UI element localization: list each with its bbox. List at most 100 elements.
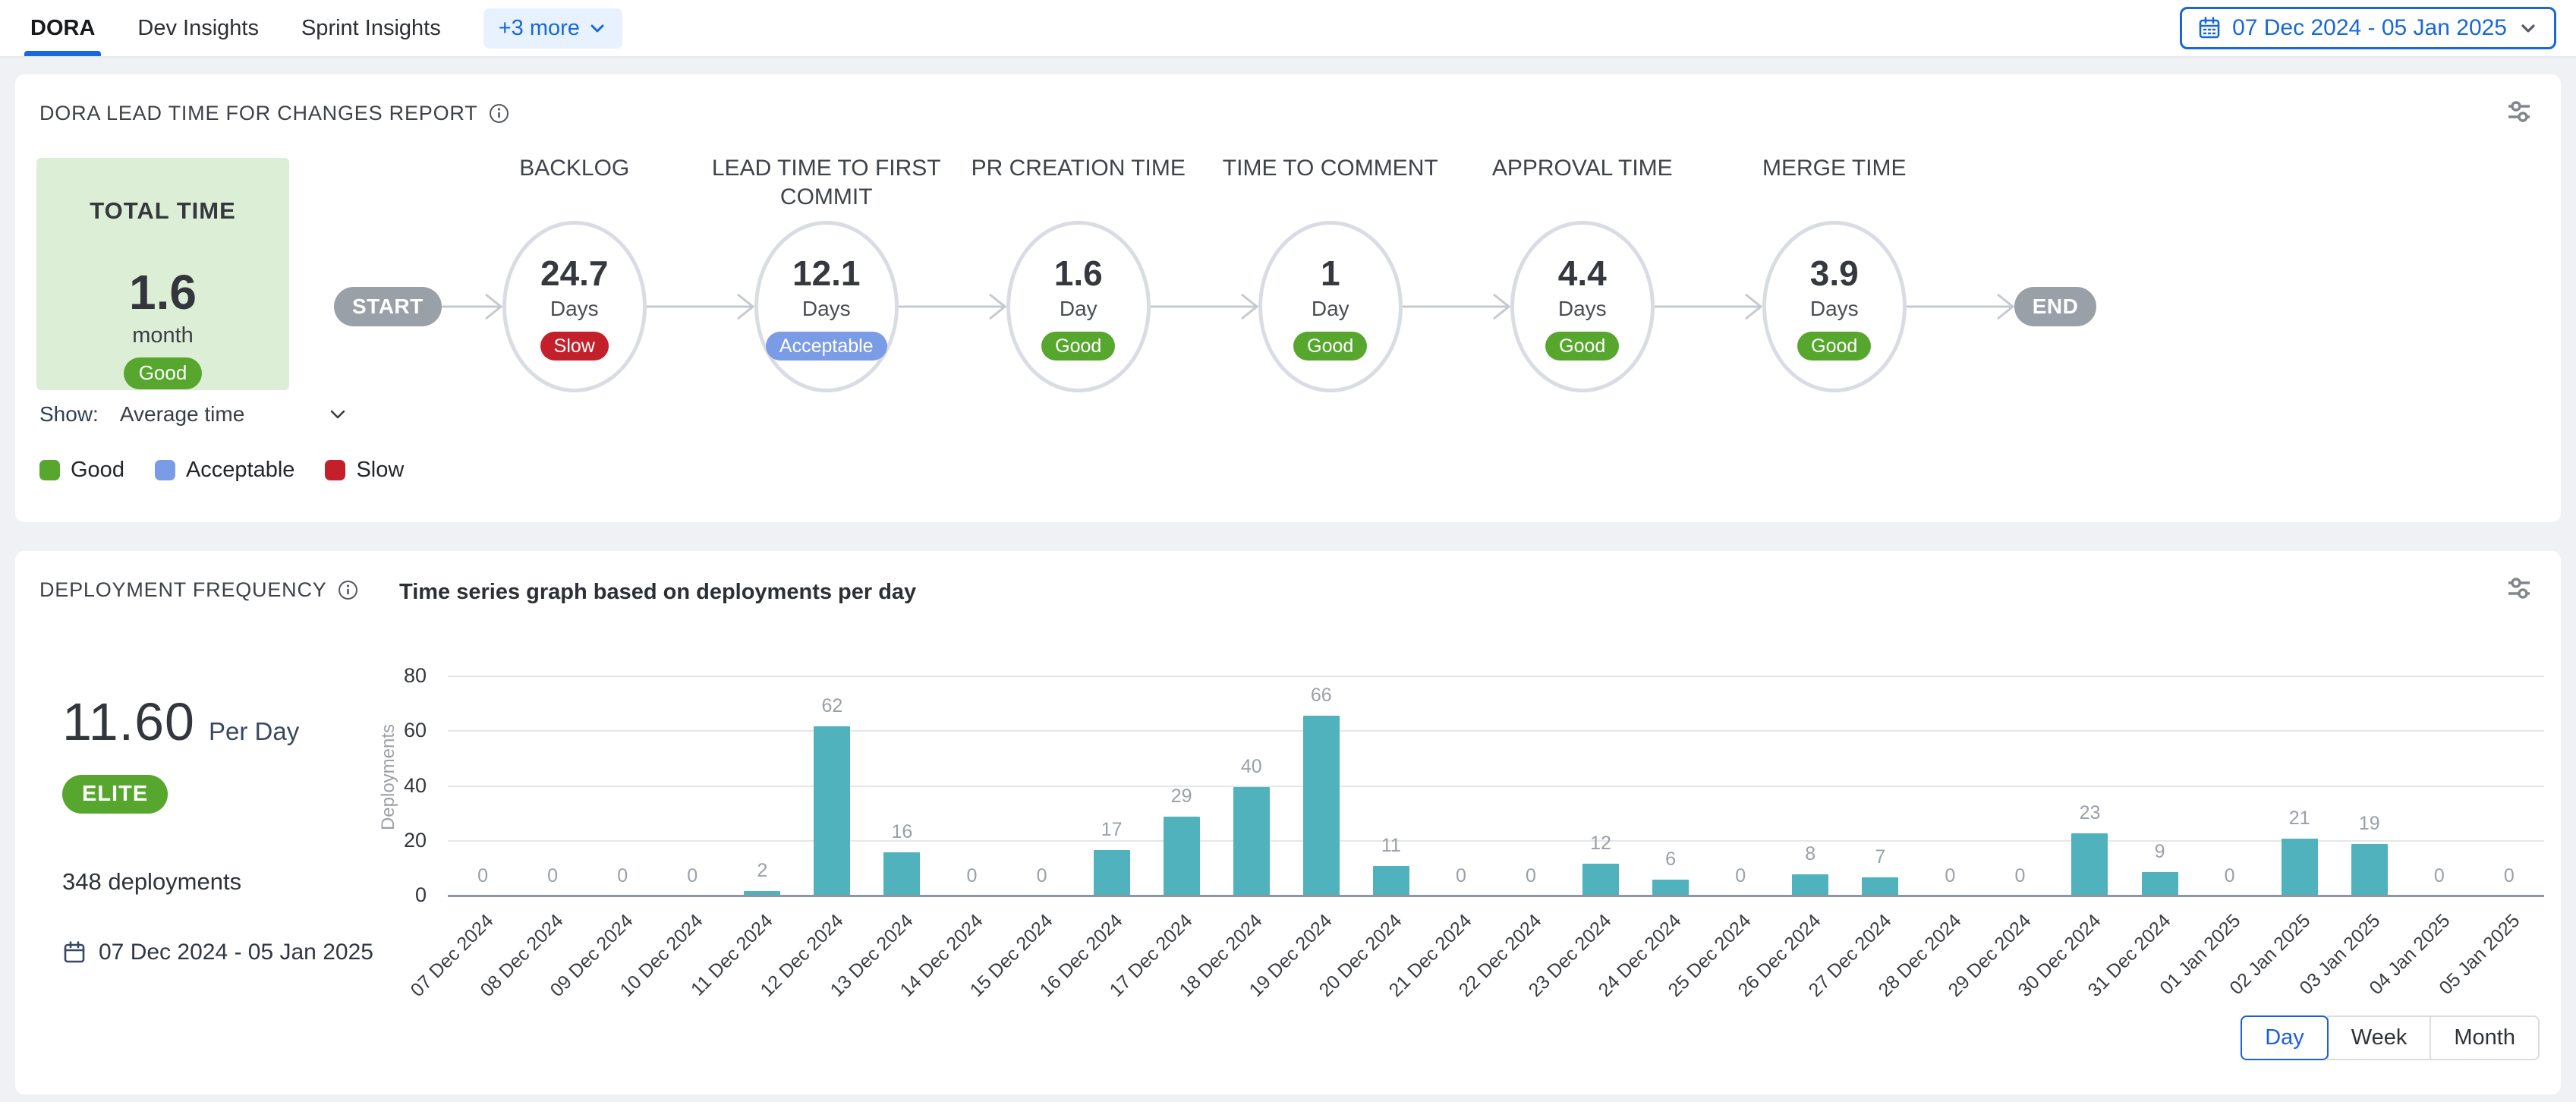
- stats-date-range-label: 07 Dec 2024 - 05 Jan 2025: [99, 940, 373, 965]
- bar-column: 826 Dec 2024: [1775, 657, 1845, 896]
- bar-value-label: 21: [2265, 808, 2335, 830]
- toggle-month[interactable]: Month: [2430, 1015, 2540, 1060]
- legend-label-acceptable: Acceptable: [186, 458, 295, 483]
- bar-value-label: 0: [1985, 865, 2055, 887]
- tab-sprint-insights[interactable]: Sprint Insights: [301, 0, 441, 56]
- chart-settings-icon[interactable]: [2505, 574, 2533, 603]
- total-time-unit: month: [132, 323, 194, 348]
- stage-value: 1: [1321, 253, 1340, 294]
- toggle-week[interactable]: Week: [2327, 1015, 2432, 1060]
- legend-label-slow: Slow: [356, 458, 404, 483]
- bar-column: 001 Jan 2025: [2195, 657, 2265, 896]
- bar-column: 007 Dec 2024: [448, 657, 518, 896]
- bar-column: 010 Dec 2024: [657, 657, 727, 896]
- total-time-label: TOTAL TIME: [90, 197, 236, 225]
- flow-arrow: [899, 288, 1006, 325]
- calendar-icon: [2197, 16, 2222, 40]
- bar-column: 1613 Dec 2024: [867, 657, 937, 896]
- bar-value-label: 0: [518, 865, 587, 887]
- deployment-rate-value: 11.60: [62, 691, 195, 752]
- lead-time-legend: Good Acceptable Slow: [39, 458, 404, 483]
- bar-value-label: 0: [657, 865, 727, 887]
- deployment-bar: [1233, 787, 1270, 897]
- info-icon[interactable]: [489, 103, 509, 124]
- y-axis-tick: 60: [378, 719, 427, 742]
- bar-value-label: 8: [1775, 843, 1845, 865]
- flow-stage-node: PR CREATION TIME 1.6 Day Good: [1006, 221, 1151, 392]
- y-axis-tick: 80: [378, 664, 427, 688]
- stage-circle: 1 Day Good: [1258, 221, 1403, 392]
- bar-value-label: 0: [587, 865, 657, 887]
- bar-column: 014 Dec 2024: [937, 657, 1006, 896]
- info-icon[interactable]: [338, 580, 358, 600]
- y-axis-tick: 40: [378, 774, 427, 798]
- flow-stage-node: LEAD TIME TO FIRST COMMIT 12.1 Days Acce…: [754, 221, 899, 392]
- show-selector-row: Show: Average time: [39, 402, 348, 427]
- bar-value-label: 0: [2474, 865, 2544, 887]
- bar-value-label: 2: [727, 860, 797, 882]
- bar-column: 004 Jan 2025: [2404, 657, 2474, 896]
- deployment-bar: [1792, 874, 1828, 896]
- bar-value-label: 16: [867, 821, 937, 843]
- x-axis-line: [448, 895, 2544, 897]
- bar-value-label: 12: [1566, 833, 1636, 855]
- total-time-status-badge: Good: [124, 357, 203, 389]
- stage-unit: Days: [802, 297, 851, 321]
- total-time-value: 1.6: [129, 264, 197, 320]
- tab-bar: DORA Dev Insights Sprint Insights +3 mor…: [30, 0, 622, 56]
- stage-unit: Days: [550, 297, 599, 321]
- deployment-bar: [814, 726, 850, 896]
- legend-swatch-good: [39, 460, 60, 480]
- chevron-down-icon: [587, 18, 607, 38]
- bar-value-label: 62: [797, 695, 867, 717]
- lead-time-card: DORA LEAD TIME FOR CHANGES REPORT TOTAL …: [15, 74, 2561, 522]
- bar-value-label: 19: [2335, 813, 2404, 835]
- stage-title: MERGE TIME: [1703, 154, 1965, 183]
- bar-value-label: 17: [1077, 819, 1147, 841]
- chart-settings-icon[interactable]: [2505, 97, 2533, 126]
- bar-column: 015 Dec 2024: [1007, 657, 1077, 896]
- lead-time-flow: START BACKLOG 24.7 Days Slow LEAD TIME T…: [334, 154, 2530, 392]
- deployment-bar: [2282, 839, 2318, 896]
- flow-stage-node: MERGE TIME 3.9 Days Good: [1762, 221, 1907, 392]
- bar-column: 2330 Dec 2024: [2055, 657, 2124, 896]
- bar-column: 009 Dec 2024: [587, 657, 657, 896]
- stage-status-badge: Acceptable: [766, 332, 887, 361]
- stage-value: 4.4: [1558, 253, 1607, 294]
- stage-circle: 1.6 Day Good: [1006, 221, 1151, 392]
- bar-column: 2102 Jan 2025: [2265, 657, 2335, 896]
- bar-column: 005 Jan 2025: [2474, 657, 2544, 896]
- stage-status-badge: Good: [1545, 332, 1619, 361]
- stage-title: BACKLOG: [443, 154, 705, 183]
- flow-arrow: [1655, 288, 1762, 325]
- flow-arrow: [1403, 288, 1510, 325]
- stage-unit: Days: [1810, 297, 1859, 321]
- more-tabs-button[interactable]: +3 more: [483, 8, 622, 49]
- flow-arrow: [1151, 288, 1258, 325]
- bar-column: 727 Dec 2024: [1845, 657, 1915, 896]
- bar-value-label: 0: [1007, 865, 1077, 887]
- stage-status-badge: Good: [1797, 332, 1871, 361]
- bar-value-label: 23: [2055, 802, 2124, 824]
- stage-value: 24.7: [540, 253, 609, 294]
- legend-item-acceptable: Acceptable: [155, 458, 295, 483]
- bar-column: 6212 Dec 2024: [797, 657, 867, 896]
- date-range-picker[interactable]: 07 Dec 2024 - 05 Jan 2025: [2180, 7, 2556, 49]
- legend-item-slow: Slow: [325, 458, 404, 483]
- bar-value-label: 0: [2195, 865, 2265, 887]
- flow-arrow: [442, 288, 502, 325]
- deployment-stats: 11.60 Per Day ELITE 348 deployments 07 D…: [62, 691, 373, 965]
- legend-item-good: Good: [39, 458, 124, 483]
- bar-value-label: 40: [1217, 756, 1286, 778]
- tab-dora[interactable]: DORA: [30, 0, 95, 56]
- bar-value-label: 7: [1845, 846, 1915, 868]
- tab-dev-insights[interactable]: Dev Insights: [137, 0, 259, 56]
- show-label: Show:: [39, 402, 99, 427]
- toggle-day[interactable]: Day: [2241, 1015, 2329, 1060]
- bar-value-label: 0: [1705, 865, 1775, 887]
- y-axis-tick: 0: [378, 883, 427, 907]
- bar-column: 1903 Jan 2025: [2335, 657, 2404, 896]
- more-tabs-label: +3 more: [499, 16, 580, 41]
- show-metric-dropdown[interactable]: Average time: [120, 402, 348, 427]
- stage-circle: 4.4 Days Good: [1510, 221, 1655, 392]
